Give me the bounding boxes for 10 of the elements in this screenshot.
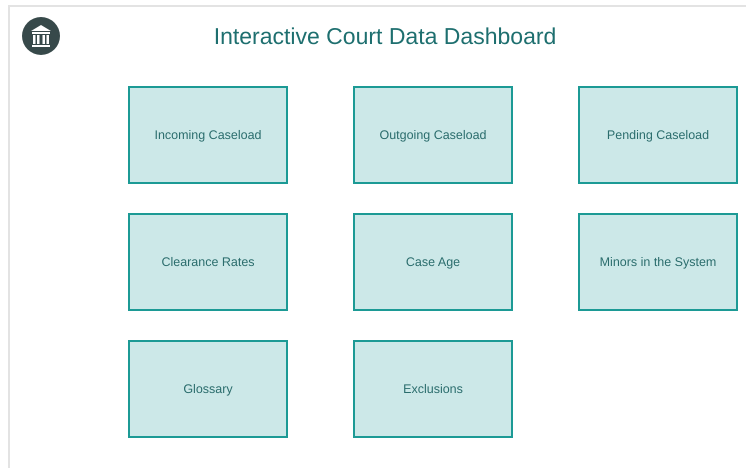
dashboard-tile[interactable]: Minors in the System: [578, 213, 738, 311]
dashboard-tile[interactable]: Incoming Caseload: [128, 86, 288, 184]
dashboard-title: Interactive Court Data Dashboard: [212, 22, 558, 50]
dashboard-tile[interactable]: Case Age: [353, 213, 513, 311]
dashboard-tile[interactable]: Exclusions: [353, 340, 513, 438]
dashboard-tile[interactable]: Outgoing Caseload: [353, 86, 513, 184]
dashboard-tile[interactable]: Pending Caseload: [578, 86, 738, 184]
courthouse-icon: [22, 17, 60, 55]
dashboard-tile[interactable]: Clearance Rates: [128, 213, 288, 311]
dashboard-tile[interactable]: Glossary: [128, 340, 288, 438]
